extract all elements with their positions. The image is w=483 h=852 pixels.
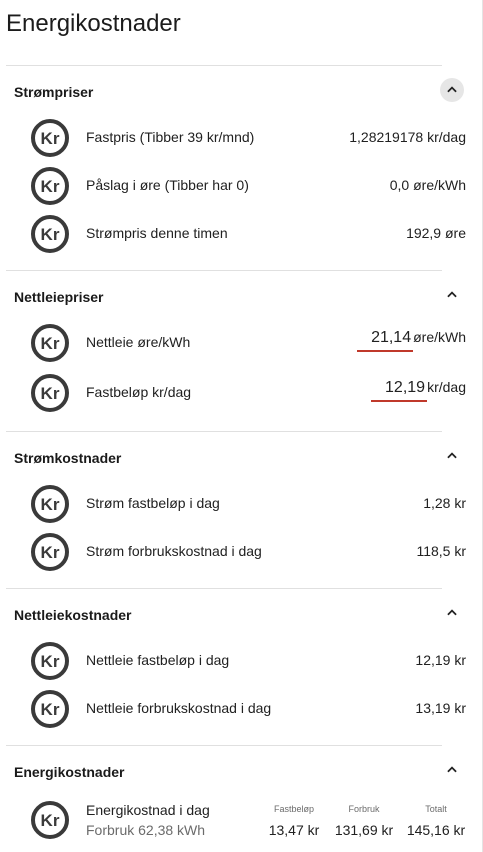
row-label: Energikostnad i dag	[86, 802, 210, 818]
svg-text:Kr: Kr	[41, 129, 60, 148]
list-item[interactable]: Kr Energikostnad i dag Forbruk 62,38 kWh…	[6, 794, 470, 850]
collapse-button[interactable]	[440, 444, 464, 468]
column-header: Fastbeløp	[273, 804, 315, 814]
section-header[interactable]: Nettleiepriser	[6, 275, 470, 319]
section-title: Nettleiekostnader	[14, 607, 132, 623]
number-input-value[interactable]: 21,14	[357, 329, 414, 352]
section-nettleiepriser: Nettleiepriser Kr Nettleie øre/kWh 21,14…	[6, 275, 470, 419]
row-value: 12,19 kr	[415, 652, 466, 668]
section-title: Nettleiepriser	[14, 289, 104, 305]
list-item[interactable]: Kr Strøm forbrukskostnad i dag 118,5 kr	[6, 528, 470, 576]
row-label: Strøm fastbeløp i dag	[86, 495, 220, 511]
chevron-up-icon	[447, 609, 457, 616]
svg-text:Kr: Kr	[41, 334, 60, 353]
column-header: Forbruk	[348, 804, 380, 814]
kr-currency-icon: Kr	[31, 533, 69, 571]
unit-label: øre/kWh	[413, 329, 466, 345]
section-header[interactable]: Nettleiekostnader	[6, 593, 470, 637]
section-header[interactable]: Energikostnader	[6, 750, 470, 794]
row-label: Fastbeløp kr/dag	[86, 384, 192, 400]
row-value: 192,9 øre	[406, 225, 466, 241]
divider	[6, 65, 442, 66]
divider	[6, 745, 442, 746]
section-energikostnader: Energikostnader Kr Energikostnad i dag F…	[6, 750, 470, 850]
page-title: Energikostnader	[6, 10, 181, 37]
unit-label: kr/dag	[427, 379, 466, 395]
kr-currency-icon: Kr	[31, 167, 69, 205]
row-secondary: Forbruk 62,38 kWh	[86, 822, 206, 838]
number-input-value[interactable]: 12,19	[371, 379, 428, 402]
list-item[interactable]: Kr Strøm fastbeløp i dag 1,28 kr	[6, 480, 470, 528]
list-item[interactable]: Kr Fastbeløp kr/dag 12,19 kr/dag	[6, 369, 470, 419]
list-item[interactable]: Kr Nettleie fastbeløp i dag 12,19 kr	[6, 637, 470, 685]
divider	[6, 270, 442, 271]
list-item[interactable]: Kr Fastpris (Tibber 39 kr/mnd) 1,2821917…	[6, 114, 470, 162]
kr-currency-icon: Kr	[31, 324, 69, 362]
kr-currency-icon: Kr	[31, 215, 69, 253]
section-header[interactable]: Strømpriser	[6, 70, 470, 114]
section-stromkostnader: Strømkostnader Kr Strøm fastbeløp i dag …	[6, 436, 470, 576]
column-forbruk: Forbruk 131,69 kr	[330, 804, 398, 838]
column-fastbelop: Fastbeløp 13,47 kr	[264, 804, 324, 838]
column-value: 131,69 kr	[334, 822, 394, 838]
chevron-up-icon	[447, 452, 457, 459]
column-totalt: Totalt 145,16 kr	[402, 804, 470, 838]
section-title: Strømpriser	[14, 84, 94, 100]
kr-currency-icon: Kr	[31, 801, 69, 839]
divider	[6, 431, 442, 432]
svg-text:Kr: Kr	[41, 543, 60, 562]
svg-text:Kr: Kr	[41, 495, 60, 514]
section-title: Energikostnader	[14, 764, 125, 780]
row-label: Fastpris (Tibber 39 kr/mnd)	[86, 129, 255, 145]
column-value: 13,47 kr	[268, 822, 320, 838]
kr-currency-icon: Kr	[31, 642, 69, 680]
svg-text:Kr: Kr	[41, 177, 60, 196]
section-nettleiekostnader: Nettleiekostnader Kr Nettleie fastbeløp …	[6, 593, 470, 733]
section-title: Strømkostnader	[14, 450, 122, 466]
divider	[6, 588, 442, 589]
chevron-up-icon	[447, 86, 457, 93]
kr-currency-icon: Kr	[31, 485, 69, 523]
row-value: 1,28 kr	[423, 495, 466, 511]
column-value: 145,16 kr	[406, 822, 466, 838]
svg-text:Kr: Kr	[41, 700, 60, 719]
list-item[interactable]: Kr Påslag i øre (Tibber har 0) 0,0 øre/k…	[6, 162, 470, 210]
kr-currency-icon: Kr	[31, 119, 69, 157]
row-label: Nettleie forbrukskostnad i dag	[86, 700, 272, 716]
kr-currency-icon: Kr	[31, 374, 69, 412]
collapse-button[interactable]	[440, 78, 464, 102]
row-label: Nettleie øre/kWh	[86, 334, 191, 350]
row-value: 118,5 kr	[416, 543, 466, 559]
chevron-up-icon	[447, 291, 457, 298]
svg-text:Kr: Kr	[41, 384, 60, 403]
chevron-up-icon	[447, 766, 457, 773]
kr-currency-icon: Kr	[31, 690, 69, 728]
row-label: Påslag i øre (Tibber har 0)	[86, 177, 249, 193]
row-label: Nettleie fastbeløp i dag	[86, 652, 230, 668]
collapse-button[interactable]	[440, 601, 464, 625]
list-item[interactable]: Kr Nettleie øre/kWh 21,14 øre/kWh	[6, 319, 470, 369]
section-strompriser: Strømpriser Kr Fastpris (Tibber 39 kr/mn…	[6, 70, 470, 258]
row-value: 1,28219178 kr/dag	[349, 129, 466, 145]
svg-text:Kr: Kr	[41, 811, 60, 830]
collapse-button[interactable]	[440, 758, 464, 782]
row-value: 0,0 øre/kWh	[389, 177, 466, 193]
svg-text:Kr: Kr	[41, 225, 60, 244]
collapse-button[interactable]	[440, 283, 464, 307]
list-item[interactable]: Kr Strømpris denne timen 192,9 øre	[6, 210, 470, 258]
column-header: Totalt	[425, 804, 447, 814]
section-header[interactable]: Strømkostnader	[6, 436, 470, 480]
row-label: Strøm forbrukskostnad i dag	[86, 543, 262, 559]
row-value: 13,19 kr	[415, 700, 466, 716]
number-input-nettleie[interactable]: 21,14 øre/kWh	[357, 329, 466, 352]
row-label: Strømpris denne timen	[86, 225, 228, 241]
svg-text:Kr: Kr	[41, 652, 60, 671]
list-item[interactable]: Kr Nettleie forbrukskostnad i dag 13,19 …	[6, 685, 470, 733]
energy-costs-page: Energikostnader Strømpriser Kr Fastpris …	[0, 0, 483, 852]
number-input-fastbelop[interactable]: 12,19 kr/dag	[371, 379, 466, 402]
